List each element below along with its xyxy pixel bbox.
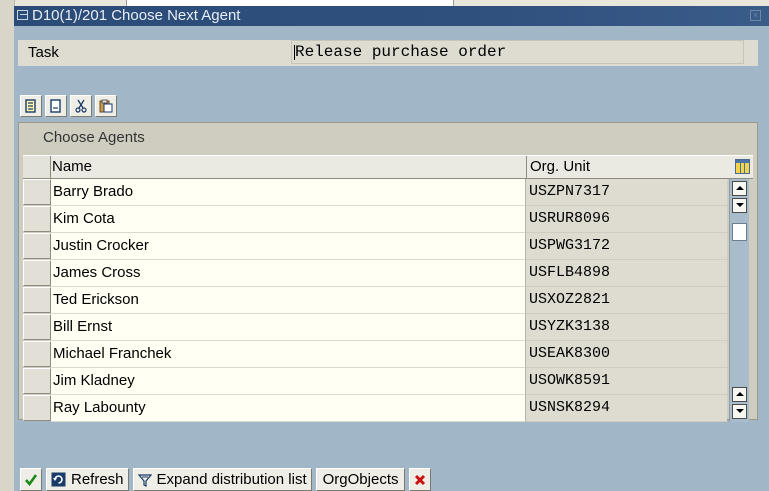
agent-org-unit: USOWK8591 xyxy=(525,368,727,395)
background-left-strip xyxy=(0,0,15,491)
table-row[interactable]: Jim Kladney USOWK8591 xyxy=(23,368,753,395)
arrow-up-icon xyxy=(736,186,744,190)
row-selector[interactable] xyxy=(23,179,51,205)
dialog-title: D10(1)/201 Choose Next Agent xyxy=(32,7,241,24)
table-body: Barry Brado USZPN7317 Kim Cota USRUR8096 J… xyxy=(23,179,753,422)
task-row: Task Release purchase order xyxy=(18,40,758,66)
copy-icon xyxy=(50,99,61,113)
table-row[interactable]: Ted Erickson USXOZ2821 xyxy=(23,287,753,314)
scroll-up-button[interactable] xyxy=(732,181,747,196)
row-selector[interactable] xyxy=(23,395,51,421)
agent-org-unit: USPWG3172 xyxy=(525,233,727,260)
checkmark-icon xyxy=(25,473,38,486)
dialog-titlebar[interactable]: D10(1)/201 Choose Next Agent × xyxy=(14,6,769,26)
row-selector[interactable] xyxy=(23,206,51,232)
agent-name: James Cross xyxy=(51,260,525,287)
agent-org-unit: USRUR8096 xyxy=(525,206,727,233)
table-settings-icon[interactable] xyxy=(735,159,750,174)
table-row[interactable]: James Cross USFLB4898 xyxy=(23,260,753,287)
dialog-button-bar: Refresh Expand distribution list OrgObje… xyxy=(20,468,432,491)
arrow-up-icon xyxy=(736,392,744,396)
column-header-name[interactable]: Name xyxy=(52,158,92,175)
table-row[interactable]: Justin Crocker USPWG3172 xyxy=(23,233,753,260)
row-selector[interactable] xyxy=(23,368,51,394)
table-row[interactable]: Barry Brado USZPN7317 xyxy=(23,179,753,206)
orgobjects-button[interactable]: OrgObjects xyxy=(315,468,406,491)
row-selector[interactable] xyxy=(23,341,51,367)
agent-name: Barry Brado xyxy=(51,179,525,206)
table-row[interactable]: Ray Labounty USNSK8294 xyxy=(23,395,753,422)
close-icon[interactable]: × xyxy=(750,10,761,21)
table-row[interactable]: Michael Franchek USEAK8300 xyxy=(23,341,753,368)
choose-agents-panel: Choose Agents Name Org. Unit Barry Brado… xyxy=(18,122,758,422)
agent-name: Justin Crocker xyxy=(51,233,525,260)
scroll-down-button[interactable] xyxy=(732,198,747,213)
row-selector[interactable] xyxy=(23,233,51,259)
agent-org-unit: USEAK8300 xyxy=(525,341,727,368)
agent-name: Jim Kladney xyxy=(51,368,525,395)
row-selector[interactable] xyxy=(23,260,51,286)
cut-button[interactable] xyxy=(70,95,92,117)
arrow-down-icon xyxy=(736,409,744,413)
cancel-icon xyxy=(415,474,426,485)
agent-name: Ray Labounty xyxy=(51,395,525,422)
refresh-label: Refresh xyxy=(71,471,124,488)
agent-org-unit: USYZK3138 xyxy=(525,314,727,341)
scroll-page-up-button[interactable] xyxy=(732,387,747,402)
paste-icon xyxy=(99,99,113,113)
agent-name: Bill Ernst xyxy=(51,314,525,341)
orgobjects-label: OrgObjects xyxy=(322,471,399,488)
expand-label: Expand distribution list xyxy=(156,471,307,488)
column-header-org-unit[interactable]: Org. Unit xyxy=(526,156,590,178)
agent-org-unit: USFLB4898 xyxy=(525,260,727,287)
filter-icon xyxy=(137,473,152,487)
details-button[interactable] xyxy=(20,95,42,117)
panel-title: Choose Agents xyxy=(43,129,145,146)
cut-icon xyxy=(75,99,87,113)
refresh-button[interactable]: Refresh xyxy=(46,468,129,491)
agent-name: Ted Erickson xyxy=(51,287,525,314)
task-field[interactable]: Release purchase order xyxy=(291,40,744,64)
table-toolbar xyxy=(20,95,117,117)
copy-button[interactable] xyxy=(45,95,67,117)
confirm-button[interactable] xyxy=(20,468,42,491)
refresh-icon xyxy=(51,472,66,487)
vertical-scrollbar[interactable] xyxy=(729,179,749,422)
window-icon xyxy=(17,10,28,20)
table-header: Name Org. Unit xyxy=(23,155,753,179)
choose-agent-dialog: D10(1)/201 Choose Next Agent × Task Rele… xyxy=(14,6,769,491)
agent-name: Kim Cota xyxy=(51,206,525,233)
scroll-page-down-button[interactable] xyxy=(732,404,747,419)
agent-org-unit: USNSK8294 xyxy=(525,395,727,422)
cancel-button[interactable] xyxy=(409,468,432,491)
task-label: Task xyxy=(28,44,59,61)
row-selector[interactable] xyxy=(23,314,51,340)
agent-org-unit: USXOZ2821 xyxy=(525,287,727,314)
details-icon xyxy=(25,99,36,113)
arrow-down-icon xyxy=(736,203,744,207)
agent-name: Michael Franchek xyxy=(51,341,525,368)
expand-distribution-list-button[interactable]: Expand distribution list xyxy=(132,468,312,491)
table-row[interactable]: Kim Cota USRUR8096 xyxy=(23,206,753,233)
agent-org-unit: USZPN7317 xyxy=(525,179,727,206)
select-all-cell[interactable] xyxy=(23,156,51,178)
paste-button[interactable] xyxy=(95,95,117,117)
scroll-thumb[interactable] xyxy=(732,223,747,241)
table-row[interactable]: Bill Ernst USYZK3138 xyxy=(23,314,753,341)
row-selector[interactable] xyxy=(23,287,51,313)
